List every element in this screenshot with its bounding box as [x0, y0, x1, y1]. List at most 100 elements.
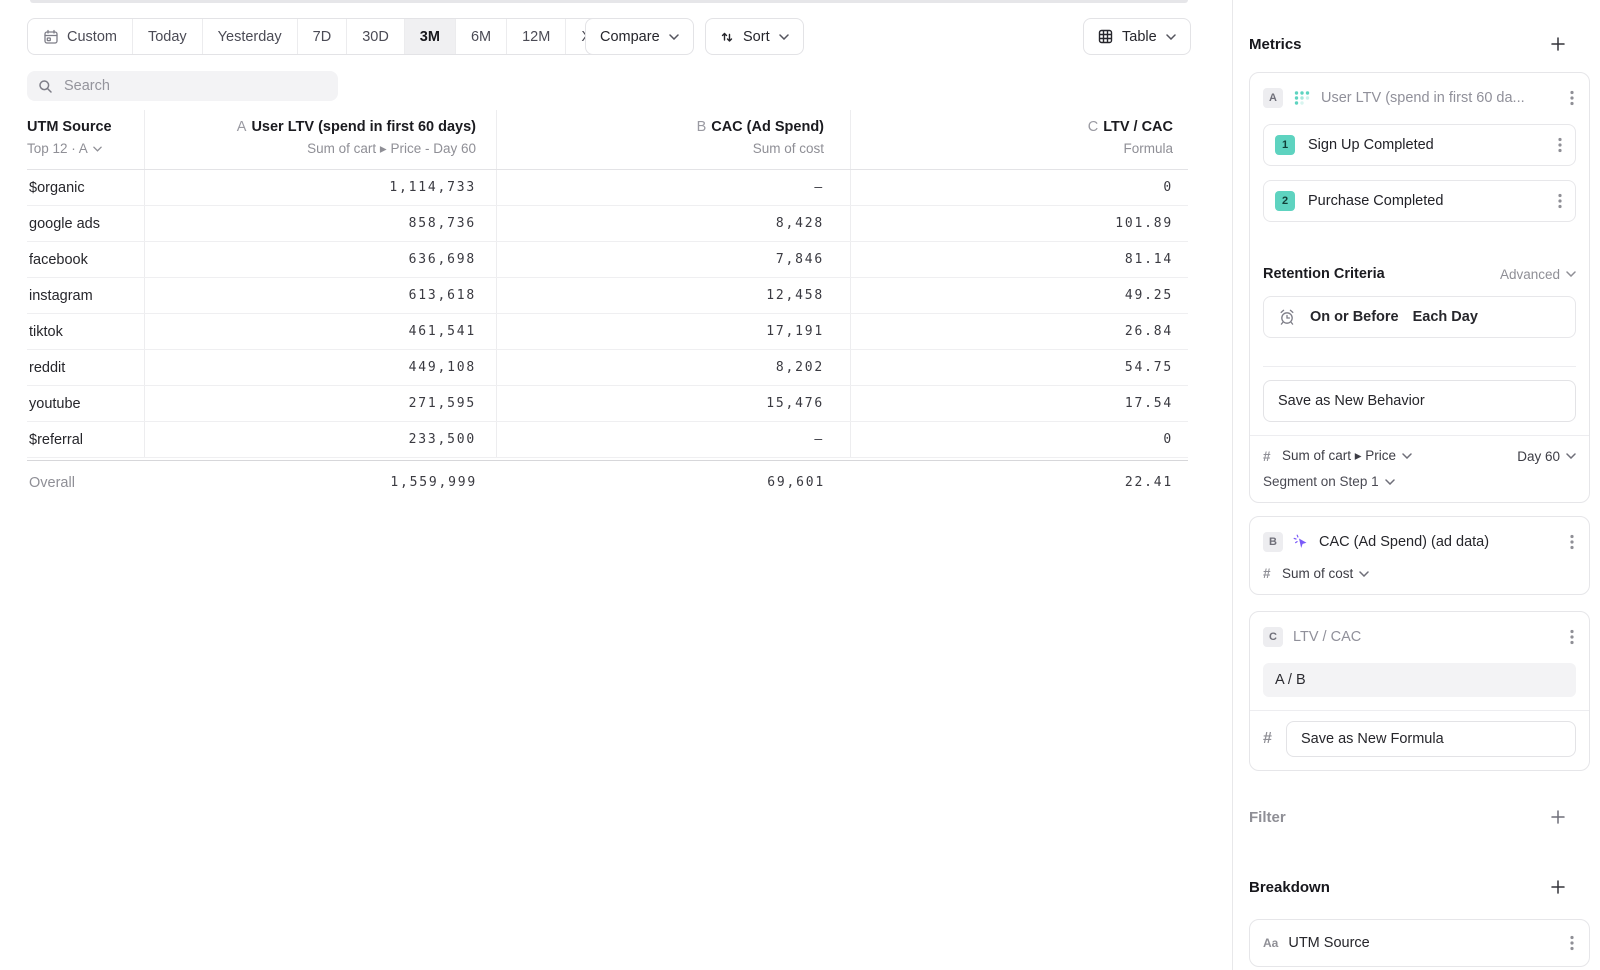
metric-b-header[interactable]: B CAC (Ad Spend) (ad data): [1263, 530, 1576, 554]
column-header-utm-source[interactable]: UTM Source Top 12 · A: [27, 110, 145, 169]
breakdown-utm-source-card[interactable]: Aa UTM Source: [1249, 919, 1590, 967]
save-behavior-button[interactable]: Save as New Behavior: [1263, 380, 1576, 422]
row-limit-label: Top 12 · A: [27, 138, 88, 160]
condition-dropdown[interactable]: On or Before: [1310, 309, 1399, 325]
cell-user-ltv: 271,595: [145, 386, 497, 421]
results-table: UTM Source Top 12 · A AUser LTV (spend i…: [27, 110, 1188, 504]
metric-letter: B: [697, 119, 707, 135]
divider: [1250, 435, 1589, 436]
table-row[interactable]: $organic1,114,733–0: [27, 170, 1188, 206]
kebab-menu-icon[interactable]: [1568, 88, 1576, 108]
kebab-menu-icon[interactable]: [1568, 532, 1576, 552]
aggregation-dropdown[interactable]: Sum of cost: [1282, 566, 1369, 581]
cell-ltv-cac: 81.14: [851, 242, 1188, 277]
cell-cac: 15,476: [497, 386, 851, 421]
divider: [1250, 710, 1589, 711]
add-filter-button[interactable]: [1548, 807, 1568, 827]
sort-button[interactable]: Sort: [705, 18, 804, 55]
cell-cac: 7,846: [497, 242, 851, 277]
metric-c-header[interactable]: C LTV / CAC: [1263, 625, 1576, 649]
metric-a-card: A User LTV (spend in first 60 da... 1 Si: [1249, 72, 1590, 503]
column-header-cac[interactable]: BCAC (Ad Spend) Sum of cost: [497, 110, 851, 169]
date-range-label: Today: [148, 29, 187, 45]
date-range-label: 7D: [313, 29, 332, 45]
kebab-menu-icon[interactable]: [1568, 627, 1576, 647]
date-range-7d[interactable]: 7D: [297, 19, 347, 54]
cell-cac: –: [497, 422, 851, 457]
row-label: instagram: [27, 278, 145, 313]
cell-cac: –: [497, 170, 851, 205]
numeric-property-icon: #: [1263, 449, 1273, 464]
table-row[interactable]: $referral233,500–0: [27, 422, 1188, 458]
metric-a-aggregation-row: # Sum of cart ▸ Price Day 60: [1263, 448, 1576, 464]
cell-cac: 17,191: [497, 314, 851, 349]
date-range-label: 6M: [471, 29, 491, 45]
view-type-label: Table: [1122, 29, 1157, 45]
date-range-custom[interactable]: Custom: [28, 19, 132, 54]
breakdown-title: Breakdown: [1249, 879, 1330, 896]
segment-row: Segment on Step 1: [1263, 474, 1576, 489]
date-range-12m[interactable]: 12M: [506, 19, 565, 54]
cell-ltv-cac: 17.54: [851, 386, 1188, 421]
retention-criteria-title: Retention Criteria: [1263, 266, 1385, 282]
date-range-today[interactable]: Today: [132, 19, 202, 54]
add-metric-button[interactable]: [1548, 34, 1568, 54]
save-formula-button[interactable]: Save as New Formula: [1286, 721, 1576, 757]
funnel-step-1[interactable]: 1 Sign Up Completed: [1263, 124, 1576, 166]
metric-b-title: CAC (Ad Spend) (ad data): [1319, 534, 1558, 550]
column-subtitle: Formula: [851, 138, 1173, 160]
date-range-segmented: CustomTodayYesterday7D30D3M6M12MXTD: [27, 18, 644, 55]
row-label: facebook: [27, 242, 145, 277]
table-row[interactable]: youtube271,59515,47617.54: [27, 386, 1188, 422]
metrics-section-header: Metrics: [1249, 34, 1590, 54]
sort-label: Sort: [743, 29, 770, 45]
search-box: [27, 71, 338, 101]
cell-cac: 8,428: [497, 206, 851, 241]
metric-a-header[interactable]: A User LTV (spend in first 60 da...: [1263, 86, 1576, 110]
table-row[interactable]: google ads858,7368,428101.89: [27, 206, 1188, 242]
segment-dropdown[interactable]: Segment on Step 1: [1263, 474, 1395, 489]
column-subtitle: Sum of cart ▸ Price - Day 60: [145, 138, 476, 160]
view-type-button[interactable]: Table: [1083, 18, 1191, 55]
column-header-user-ltv[interactable]: AUser LTV (spend in first 60 days) Sum o…: [145, 110, 497, 169]
kebab-menu-icon[interactable]: [1568, 933, 1576, 953]
date-range-3m[interactable]: 3M: [404, 19, 455, 54]
kebab-menu-icon[interactable]: [1556, 135, 1564, 155]
row-label: google ads: [27, 206, 145, 241]
cell-user-ltv: 858,736: [145, 206, 497, 241]
compare-button[interactable]: Compare: [585, 18, 694, 55]
date-range-yesterday[interactable]: Yesterday: [202, 19, 297, 54]
breakdown-property-label: UTM Source: [1288, 935, 1558, 951]
formula-input[interactable]: A / B: [1263, 663, 1576, 697]
row-label: $organic: [27, 170, 145, 205]
metric-letter: C: [1088, 119, 1098, 135]
table-header-row: UTM Source Top 12 · A AUser LTV (spend i…: [27, 110, 1188, 170]
table-body: $organic1,114,733–0google ads858,7368,42…: [27, 170, 1188, 458]
row-label: reddit: [27, 350, 145, 385]
metric-c-title: LTV / CAC: [1293, 629, 1558, 645]
retention-mode-dropdown[interactable]: Advanced: [1500, 267, 1576, 282]
chevron-down-icon: [1166, 34, 1176, 40]
metric-b-aggregation-row: # Sum of cost: [1263, 566, 1576, 581]
table-row[interactable]: tiktok461,54117,19126.84: [27, 314, 1188, 350]
toolbar: CustomTodayYesterday7D30D3M6M12MXTD Comp…: [27, 18, 1216, 55]
add-breakdown-button[interactable]: [1548, 877, 1568, 897]
property-dropdown[interactable]: Sum of cart ▸ Price: [1282, 448, 1412, 464]
table-row[interactable]: instagram613,61812,45849.25: [27, 278, 1188, 314]
row-limit-dropdown[interactable]: Top 12 · A: [27, 138, 144, 160]
column-header-ltv-cac[interactable]: CLTV / CAC Formula: [851, 110, 1188, 169]
kebab-menu-icon[interactable]: [1556, 191, 1564, 211]
table-row[interactable]: facebook636,6987,84681.14: [27, 242, 1188, 278]
filter-section-header: Filter: [1249, 807, 1590, 827]
search-input[interactable]: [62, 77, 327, 95]
event-sparkle-icon: [1293, 534, 1309, 550]
day-window-dropdown[interactable]: Day 60: [1517, 449, 1576, 464]
cell-cac: 8,202: [497, 350, 851, 385]
date-range-30d[interactable]: 30D: [346, 19, 404, 54]
step-event-label: Purchase Completed: [1308, 193, 1543, 209]
funnel-step-2[interactable]: 2 Purchase Completed: [1263, 180, 1576, 222]
table-row[interactable]: reddit449,1088,20254.75: [27, 350, 1188, 386]
overall-label: Overall: [27, 461, 145, 504]
frequency-dropdown[interactable]: Each Day: [1413, 309, 1478, 325]
date-range-6m[interactable]: 6M: [455, 19, 506, 54]
